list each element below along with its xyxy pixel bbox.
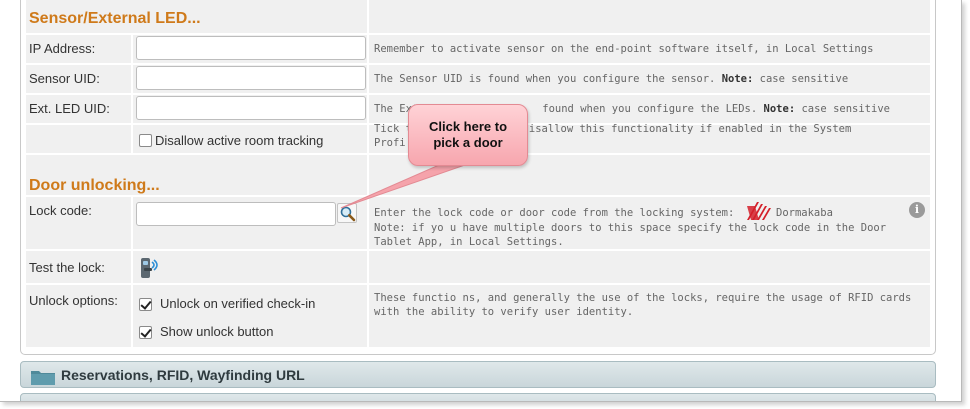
callout-line-2: pick a door (433, 135, 503, 150)
callout-pointer (340, 157, 486, 209)
callout-line-1: Click here to (428, 119, 508, 134)
pick-door-callout: Click here to pick a door (408, 104, 528, 166)
window-frame: Sensor/External LED... IP Address: Remem… (0, 0, 962, 402)
